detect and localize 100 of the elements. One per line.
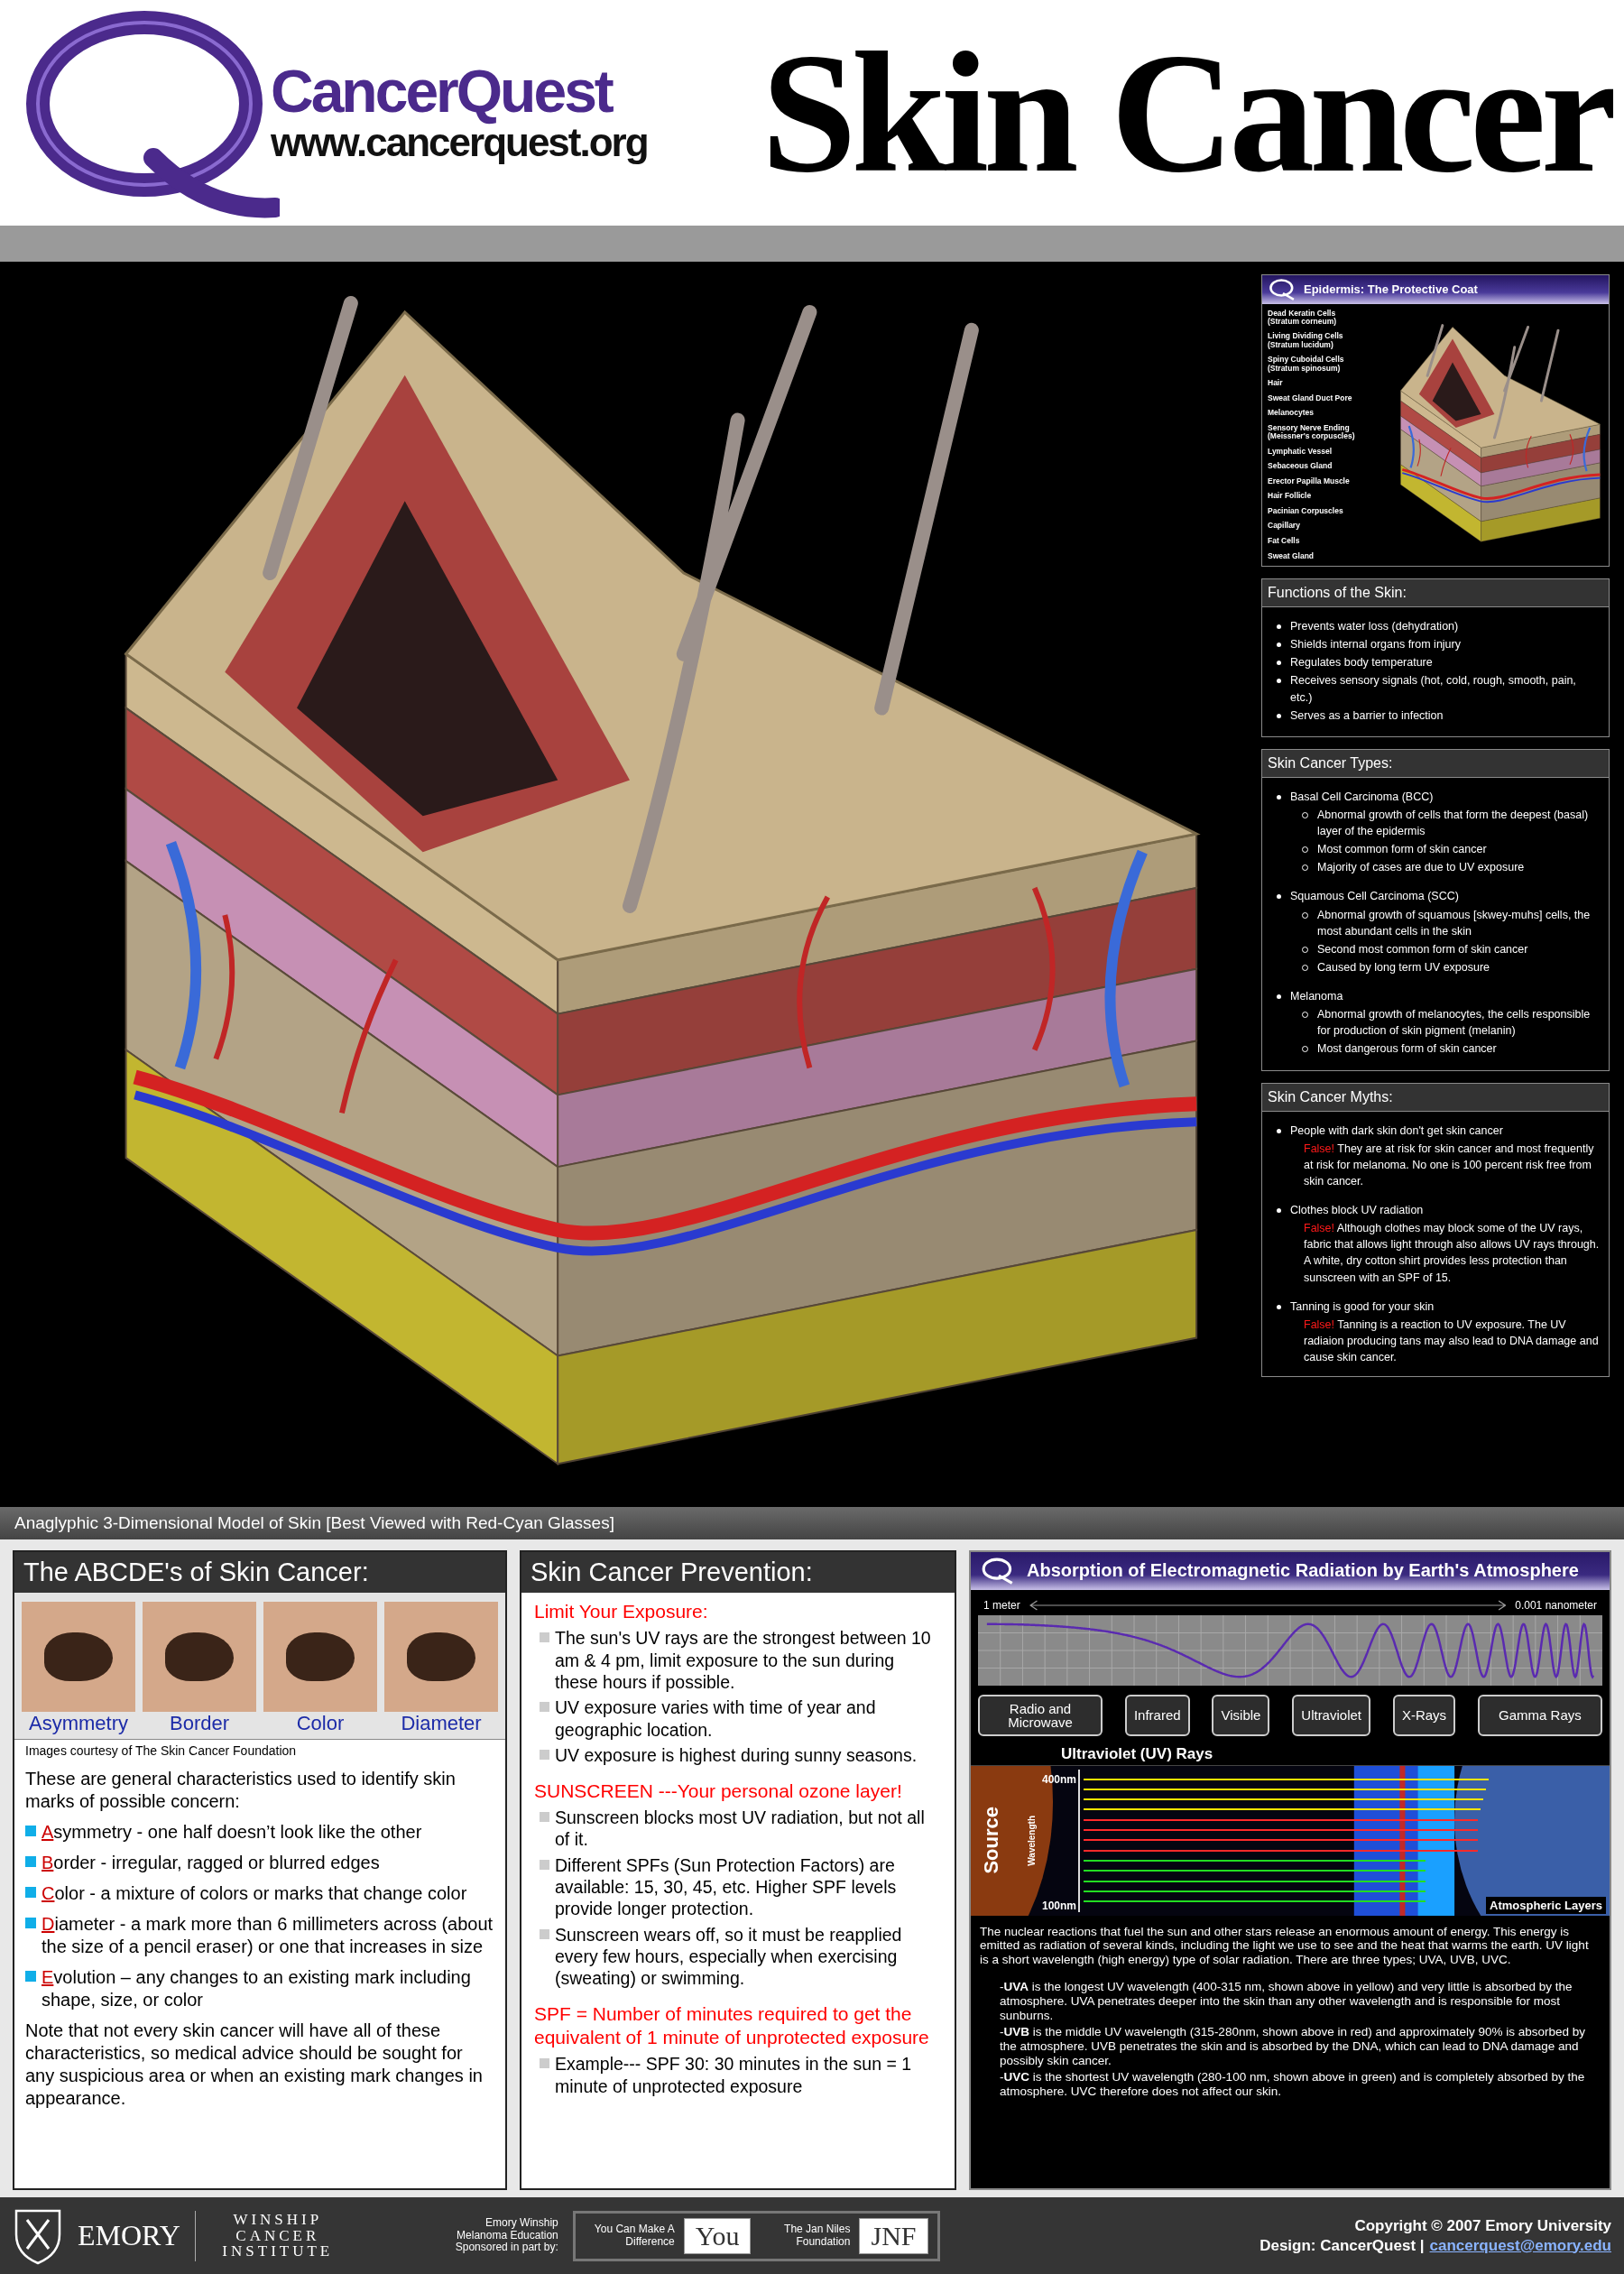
intro-text: These are general characteristics used to identify skin marks of possible concern: (25, 1767, 457, 1813)
copyright-text: Copyright © 2007 Emory University (1354, 2216, 1611, 2235)
axis-label: 400nm (1042, 1772, 1077, 1786)
email-link[interactable]: cancerquest@emory.edu (1429, 2236, 1611, 2255)
myth-explanation: False! Tanning is a reaction to UV exposure. The UV radiaion producing tans may also lead to DNA damage and cause skin cancer. (1303, 1317, 1600, 1365)
sponsor-logo: JNF (859, 2217, 928, 2254)
function-item: Serves as a barrier to infection (1290, 707, 1444, 724)
criterion-text: Border - irregular, ragged or blurred edges (42, 1851, 380, 1874)
square-bullet-icon (540, 2058, 549, 2069)
axis-title: Source (980, 1807, 1003, 1874)
criterion-text: Asymmetry - one half doesn’t look like the other (42, 1820, 422, 1844)
square-bullet-icon (25, 1917, 36, 1928)
diagram-label: Fat Cells (1268, 537, 1301, 546)
note-text: Note that not every skin cancer will have all of these characteristics, so medical advice should be sought for any suspicious area or when an existing mark changes in appearance. (25, 2019, 484, 2110)
sponsor-note: Emory Winship Melanoma Education Sponsored in part by: (454, 2216, 558, 2255)
diagram-label: Pacinian Corpuscles (1268, 506, 1344, 516)
spectrum-label: X-Rays (1392, 1694, 1456, 1736)
section-heading: SUNSCREEN ---Your personal ozone layer! (534, 1779, 903, 1803)
diagram-label: Sweat Gland (1268, 551, 1315, 560)
cancer-type: Melanoma (1290, 989, 1343, 1004)
diagram-label: Melanocytes (1268, 409, 1315, 418)
bullet-icon (1277, 642, 1281, 648)
criterion-text: Diameter - a mark more than 6 millimeters across (about the size of a pencil eraser) or one that increases in size (42, 1912, 494, 1958)
square-bullet-icon (540, 1811, 549, 1822)
panel-title: Skin Cancer Types: (1262, 749, 1609, 778)
panel-title: Skin Cancer Myths: (1262, 1083, 1609, 1112)
uv-heading: Ultraviolet (UV) Rays (1060, 1744, 1214, 1764)
function-item: Receives sensory signals (hot, cold, rough, smooth, pain, etc.) (1290, 673, 1577, 706)
panel-title: Skin Cancer Prevention: (521, 1552, 955, 1593)
cancer-type-detail: Abnormal growth of squamous [skwey-muhs] cells, the most abundant cells in the skin (1317, 907, 1592, 939)
poster-title: Skin Cancer (761, 27, 1611, 199)
prevention-tip: UV exposure varies with time of year and geographic location. (555, 1696, 877, 1742)
bullet-icon (1277, 794, 1281, 800)
uv-type-note: -UVB is the middle UV wavelength (315-280nm, shown above in red) and approximately 90% is absorbed by the atmosphere. UVB penetrates the skin and is absorbed by the DNA, which can lead to DNA damage and possibly skin cancer. (999, 2025, 1587, 2068)
photo-caption: Color (296, 1712, 345, 1735)
bullet-icon (1277, 1304, 1281, 1309)
section-heading: SPF = Number of minutes required to get the equivalent of 1 minute of unprotected exposure (534, 2001, 930, 2049)
bullet-icon (1277, 661, 1281, 666)
myth-statement: Clothes block UV radiation (1290, 1203, 1424, 1218)
prevention-tip: Example--- SPF 30: 30 minutes in the sun = 1 minute of unprotected exposure (555, 2053, 913, 2097)
diagram-label: Sebaceous Gland (1268, 462, 1333, 471)
bullet-icon (1277, 713, 1281, 718)
square-bullet-icon (540, 1632, 549, 1643)
square-bullet-icon (25, 1886, 36, 1898)
myth-statement: People with dark skin don't get skin cancer (1290, 1123, 1503, 1139)
bullet-icon (1277, 1128, 1281, 1133)
university-name: EMORY (78, 2219, 180, 2252)
myth-explanation: False! They are at risk for skin cancer and most frequently at risk for melanoma. No one is 100 percent risk free from skin cancer. (1303, 1141, 1595, 1189)
cancer-type: Squamous Cell Carcinoma (SCC) (1290, 889, 1459, 905)
sponsor-logo: You (683, 2217, 752, 2254)
bullet-icon (1277, 1208, 1281, 1213)
diagram-label: Capillary (1268, 522, 1301, 531)
scale-label: 0.001 nanometer (1515, 1598, 1597, 1612)
prevention-tip: Different SPFs (Sun Protection Factors) are available: 15, 30, 45, etc. Higher SPF levels provide longer protection. (555, 1853, 898, 1920)
cancer-type-detail: Most dangerous form of skin cancer (1317, 1041, 1497, 1058)
bullet-icon (1277, 679, 1281, 684)
diagram-label: Hair (1268, 379, 1284, 388)
radiation-intro: The nuclear reactions that fuel the sun and other stars release an enormous amount of energy. This energy is emitted as radiation of several kinds, including the light we use to see and the heat that warms the earth. UV light is a short wavelength (high energy) type of solar radiation. There are three types; UVA, UVB, UVC. (980, 1924, 1590, 1968)
prevention-tip: Sunscreen blocks most UV radiation, but not all of it. (555, 1806, 926, 1851)
square-bullet-icon (25, 1855, 36, 1867)
panel-title: Functions of the Skin: (1262, 579, 1609, 607)
uv-type-note: -UVA is the longest UV wavelength (400-315 nm, shown above in yellow) and very little is absorbed by the atmosphere. UVA penetrates deeper into the skin than any other wavelength and is responsible for most sunburns. (999, 1980, 1573, 2024)
axis-title: Wavelength (1027, 1815, 1037, 1866)
square-bullet-icon (25, 1970, 36, 1982)
scale-label: 1 meter (983, 1598, 1020, 1612)
spectrum-label: Ultraviolet (1292, 1694, 1370, 1736)
cancer-type-detail: Most common form of skin cancer (1317, 842, 1487, 858)
square-bullet-icon (540, 1702, 549, 1713)
diagram-label: Hair Follicle (1268, 492, 1313, 501)
myth-statement: Tanning is good for your skin (1290, 1299, 1435, 1315)
photo-caption: Border (169, 1712, 229, 1735)
cancer-type-detail: Second most common form of skin cancer (1317, 941, 1528, 957)
panel-title: Epidermis: The Protective Coat (1304, 282, 1478, 297)
criterion-text: Color - a mixture of colors or marks that change color (42, 1881, 467, 1905)
criterion-text: Evolution – any changes to an existing mark including shape, size, or color (42, 1965, 472, 2011)
prevention-tip: Sunscreen wears off, so it must be reapplied every few hours, especially when exercising (sweating) or swimming. (555, 1923, 903, 1990)
cancer-type-detail: Abnormal growth of melanocytes, the cells responsible for production of skin pigment (melanin) (1317, 1007, 1592, 1040)
cancer-type-detail: Caused by long term UV exposure (1317, 959, 1490, 975)
bullet-icon (1277, 624, 1281, 629)
myth-explanation: False! Although clothes may block some of the UV rays, fabric that allows light through also allows UV rays through. A white, dry cotton shirt provides less protection than sunscreen with an SPF of 15. (1303, 1221, 1600, 1286)
panel-title: Absorption of Electromagnetic Radiation by Earth's Atmosphere (1027, 1560, 1579, 1582)
square-bullet-icon (540, 1859, 549, 1870)
spectrum-label: Gamma Rays (1477, 1694, 1602, 1736)
sponsor-name: The Jan Niles Foundation (783, 2223, 851, 2249)
photo-caption: Diameter (401, 1712, 482, 1735)
design-credit: Design: CancerQuest | (1260, 2236, 1425, 2255)
institute-name: WINSHIP CANCER INSTITUTE (221, 2211, 335, 2260)
bullet-icon (1277, 994, 1281, 999)
cancer-type: Basal Cell Carcinoma (BCC) (1290, 789, 1434, 805)
diagram-label: Living Dividing Cells (Stratum lucidum) (1268, 332, 1344, 350)
square-bullet-icon (25, 1825, 36, 1836)
spectrum-label: Visible (1212, 1694, 1270, 1736)
uv-type-note: -UVC is the shortest UV wavelength (280-100 nm, shown above in green) and is completely absorbed by the atmosphere. UVC therefore does not affect our skin. (999, 2069, 1586, 2099)
square-bullet-icon (540, 1750, 549, 1761)
diagram-label: Sweat Gland Duct Pore (1268, 393, 1353, 403)
diagram-label: Spiny Cuboidal Cells (Stratum spinosum) (1268, 356, 1345, 373)
diagram-label: Lymphatic Vessel (1268, 447, 1333, 457)
panel-title: The ABCDE's of Skin Cancer: (14, 1552, 505, 1593)
diagram-label: Sensory Nerve Ending (Meissner's corpuscles) (1268, 423, 1356, 441)
function-item: Shields internal organs from injury (1290, 637, 1461, 653)
